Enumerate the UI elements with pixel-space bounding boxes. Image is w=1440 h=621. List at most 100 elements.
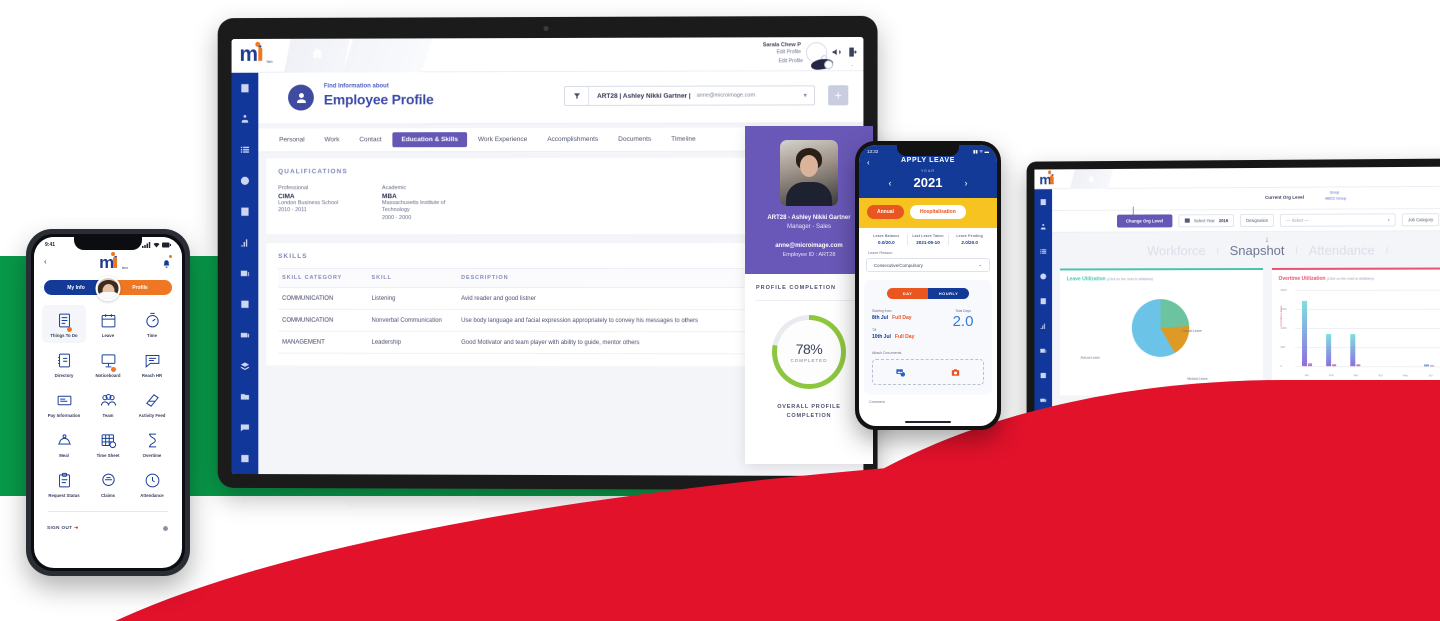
year-value: 2021: [913, 175, 943, 190]
bar-plot-area: [1295, 290, 1440, 367]
tile-team[interactable]: Team: [86, 385, 130, 423]
sidebar-item-payroll[interactable]: [1034, 338, 1052, 363]
page-header: Find Information about Employee Profile …: [258, 71, 864, 125]
sidebar-item-profile[interactable]: [232, 165, 259, 196]
tab-education-skills[interactable]: Education & Skills: [392, 132, 467, 148]
tile-time[interactable]: Time: [130, 305, 174, 343]
mi-logo[interactable]: mi hcm: [239, 41, 279, 68]
sidebar-item-forms[interactable]: [1034, 288, 1052, 313]
toggle-hourly[interactable]: HOURLY: [928, 288, 969, 299]
sidebar-item-tasks[interactable]: [232, 73, 259, 104]
to-value[interactable]: 10th Jul Full Day: [872, 334, 942, 340]
sidebar-item-claims[interactable]: [232, 320, 259, 351]
designation-select[interactable]: — Select — ▾: [1280, 213, 1396, 227]
leave-utilization-card[interactable]: Leave Utilization (Click on the chart to…: [1059, 267, 1263, 397]
logout-icon[interactable]: [847, 45, 859, 57]
sidebar-item-reports[interactable]: [1034, 313, 1052, 338]
tab-personal[interactable]: Personal: [270, 132, 313, 147]
tile-meal[interactable]: Meal: [42, 425, 86, 463]
toggle-day[interactable]: DAY: [887, 288, 928, 299]
change-org-level-button[interactable]: Change Org Level: [1117, 214, 1172, 228]
tablet-sidebar[interactable]: [231, 72, 259, 475]
chevron-left-icon[interactable]: ‹: [867, 158, 870, 167]
myinfo-profile-segment[interactable]: My Info Profile: [44, 276, 172, 301]
bell-icon[interactable]: [162, 254, 173, 268]
user-name: Sarala Chew P: [762, 42, 801, 49]
overtime-utilization-card[interactable]: Overtime Utilization (Click on the chart…: [1271, 267, 1440, 397]
tile-time-sheet[interactable]: Time Sheet: [86, 425, 130, 463]
leave-type-annual[interactable]: Annual: [867, 205, 904, 219]
home-button[interactable]: [284, 39, 350, 73]
bar-group: [1375, 290, 1386, 367]
tab-work-experience[interactable]: Work Experience: [469, 132, 536, 147]
sidebar-item-reports[interactable]: [232, 227, 259, 258]
sidebar-item-benefits[interactable]: [232, 351, 259, 382]
add-button[interactable]: +: [828, 85, 849, 106]
sidebar-item-tasks[interactable]: [1034, 189, 1052, 214]
designation-label: Designation: [1246, 217, 1269, 224]
dashboard-filters[interactable]: Change Org Level Select Year 2016 Design…: [1052, 206, 1440, 233]
from-value[interactable]: 8th Jul Full Day: [872, 315, 942, 321]
leave-type-tabs[interactable]: Annual Hospitalisation: [859, 198, 997, 228]
sidebar-item-payroll[interactable]: [232, 258, 259, 289]
tile-reach-hr[interactable]: Reach HR: [130, 345, 174, 383]
tile-directory[interactable]: Directory: [42, 345, 86, 383]
sidebar-item-forms[interactable]: [232, 196, 259, 227]
edit-profile-link[interactable]: Edit Profile: [763, 49, 801, 57]
camera-icon[interactable]: [928, 360, 983, 384]
sidebar-item-messages[interactable]: [232, 412, 259, 443]
app-tile-grid[interactable]: Things To Do Leave Time Directory Notice…: [42, 305, 174, 503]
sidebar-item-profile[interactable]: [1034, 264, 1052, 289]
tile-activity-feed[interactable]: Activity Feed: [130, 385, 174, 423]
sidebar-item-list[interactable]: [232, 135, 259, 166]
tile-request-status[interactable]: Request Status: [42, 465, 86, 503]
leave-reason-select[interactable]: Consecutive/Compulsory ⌄: [866, 258, 990, 272]
nav-snapshot[interactable]: Snapshot: [1230, 242, 1285, 257]
chevron-down-icon[interactable]: ▾: [803, 91, 807, 99]
employee-search-field[interactable]: ART28 | Ashley Nikki Gartner | anne@micr…: [564, 85, 816, 106]
avatar[interactable]: [95, 276, 121, 301]
select-year-filter[interactable]: Select Year 2016: [1177, 214, 1235, 228]
day-hourly-toggle[interactable]: DAY HOURLY: [887, 288, 969, 299]
edit-profile-link-secondary[interactable]: Edit Profile: [779, 58, 803, 64]
tile-overtime[interactable]: Overtime: [130, 425, 174, 463]
sidebar-item-documents[interactable]: [232, 381, 259, 412]
sign-out-button[interactable]: SIGN OUT ⇥: [47, 525, 78, 531]
sidebar-item-settings[interactable]: [232, 289, 259, 320]
tab-accomplishments[interactable]: Accomplishments: [538, 132, 607, 147]
nav-workforce[interactable]: Workforce: [1147, 243, 1206, 258]
sidebar-item-org[interactable]: [1034, 214, 1052, 239]
tab-documents[interactable]: Documents: [609, 132, 660, 147]
tab-contact[interactable]: Contact: [350, 132, 390, 147]
megaphone-icon[interactable]: [831, 45, 843, 57]
tile-attendance[interactable]: Attendance: [130, 465, 174, 503]
home-button[interactable]: [1070, 169, 1113, 189]
tile-things-to-do[interactable]: Things To Do: [42, 305, 86, 343]
sidebar-item-more[interactable]: [232, 443, 259, 474]
sidebar-item-list[interactable]: [1034, 239, 1052, 264]
chart-subtitle: (Click on the chart to drilldown): [1106, 277, 1153, 282]
leave-pie-chart[interactable]: [1132, 299, 1190, 357]
tile-leave[interactable]: Leave: [86, 305, 130, 343]
tab-timeline[interactable]: Timeline: [662, 132, 704, 147]
prev-year-button[interactable]: ‹: [889, 178, 892, 188]
sidebar-item-settings[interactable]: [1034, 363, 1052, 388]
year-selector[interactable]: ‹ 2021 ›: [859, 175, 997, 190]
funnel-icon[interactable]: [565, 86, 590, 105]
leave-type-hospitalisation[interactable]: Hospitalisation: [909, 205, 966, 219]
pie-label-casual: Casual Leave: [1182, 328, 1202, 333]
dashboard-nav[interactable]: ↓ Workforce | Snapshot | Attendance |: [1052, 231, 1440, 269]
mi-logo[interactable]: mi: [1039, 170, 1054, 189]
overtime-bar-chart[interactable]: Overtime Hours 2000 1500 1000 500 0 Jan …: [1278, 288, 1440, 381]
next-year-button[interactable]: ›: [964, 178, 967, 188]
tab-work[interactable]: Work: [316, 132, 349, 147]
gear-icon[interactable]: [161, 519, 169, 537]
attach-documents-dropzone[interactable]: [872, 359, 984, 385]
gallery-icon[interactable]: [873, 360, 928, 384]
nav-attendance[interactable]: Attendance: [1309, 242, 1375, 257]
tile-noticeboard[interactable]: Noticeboard: [86, 345, 130, 383]
tile-claims[interactable]: Claims: [86, 465, 130, 503]
chevron-left-icon[interactable]: ‹: [44, 257, 47, 266]
sidebar-item-org[interactable]: [232, 104, 259, 135]
tile-pay-information[interactable]: Pay Information: [42, 385, 86, 423]
